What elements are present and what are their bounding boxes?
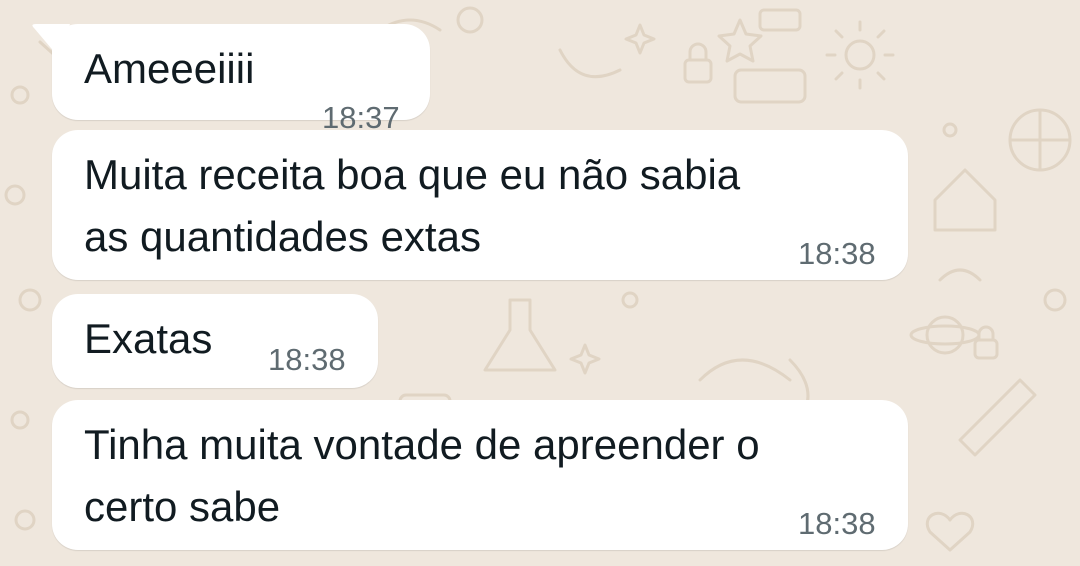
message-timestamp: 18:38 — [798, 506, 876, 541]
message-text: Ameeeiiii — [84, 45, 255, 92]
message-bubble[interactable]: Exatas 18:38 — [52, 294, 378, 388]
house-doodle-icon — [933, 168, 997, 232]
flask-doodle-icon — [483, 298, 557, 372]
message-timestamp: 18:38 — [798, 236, 876, 271]
message-text: Muita receita boa que eu não sabia as qu… — [84, 151, 741, 260]
planet-doodle-icon — [925, 315, 965, 355]
password-doodle-icon — [733, 68, 807, 104]
heart-doodle-icon — [926, 511, 974, 552]
message-text: Tinha muita vontade de apreender o certo… — [84, 421, 760, 530]
message-bubble[interactable]: Muita receita boa que eu não sabia as qu… — [52, 130, 908, 280]
sparkle-doodle-icon — [569, 343, 601, 375]
message-bubble[interactable]: Tinha muita vontade de apreender o certo… — [52, 400, 908, 550]
bubble-tail-icon — [32, 24, 70, 54]
pencil-doodle-icon — [958, 378, 1037, 457]
star-doodle-icon — [717, 18, 763, 63]
lock-small-doodle-icon — [973, 338, 999, 360]
message-timestamp: 18:38 — [268, 342, 346, 377]
sun-doodle-icon — [844, 39, 876, 71]
message-text: Exatas — [84, 315, 213, 362]
message-bubble[interactable]: Ameeeiiii 18:37 — [52, 24, 430, 135]
lock-doodle-icon — [683, 58, 713, 84]
